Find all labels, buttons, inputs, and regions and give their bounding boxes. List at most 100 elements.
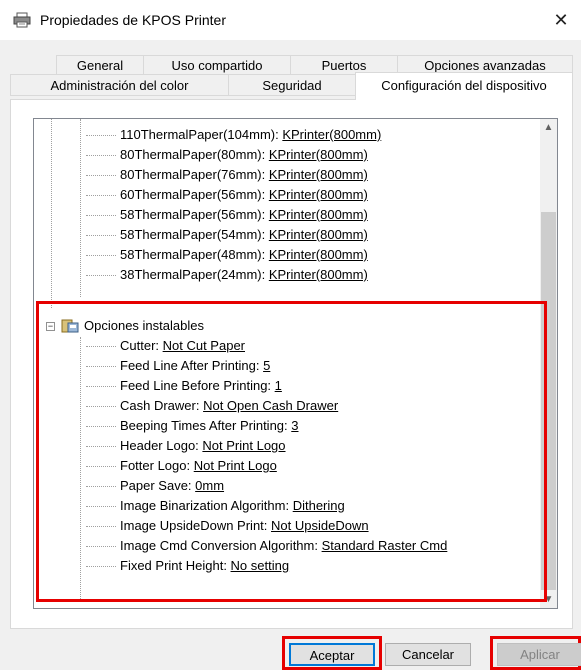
tree-item[interactable]: Image Binarization Algorithm: Dithering	[86, 496, 345, 516]
tree-connector	[86, 234, 116, 237]
tree-item-label: Image Cmd Conversion Algorithm:	[120, 538, 322, 553]
tree-connector	[86, 485, 116, 488]
tree-connector	[86, 385, 116, 388]
tree-item-value[interactable]: KPrinter(800mm)	[269, 247, 368, 262]
tree-item[interactable]: Header Logo: Not Print Logo	[86, 436, 286, 456]
tree-connector	[86, 565, 116, 568]
tree-item-label: 80ThermalPaper(80mm):	[120, 147, 269, 162]
tree-item[interactable]: Fixed Print Height: No setting	[86, 556, 289, 576]
collapse-icon[interactable]: −	[46, 322, 55, 331]
tree-item[interactable]: 80ThermalPaper(80mm): KPrinter(800mm)	[86, 145, 368, 165]
device-settings-tree[interactable]: 110ThermalPaper(104mm): KPrinter(800mm) 8…	[33, 118, 558, 609]
tree-connector	[86, 425, 116, 428]
tree-item-value[interactable]: Standard Raster Cmd	[322, 538, 448, 553]
tree-item-label: Paper Save:	[120, 478, 196, 493]
tab-uso-compartido[interactable]: Uso compartido	[143, 55, 291, 75]
tree-item-value[interactable]: 5	[263, 358, 270, 373]
tree-connector	[86, 194, 116, 197]
tab-configuracion-dispositivo[interactable]: Configuración del dispositivo	[355, 72, 573, 100]
tree-item[interactable]: Beeping Times After Printing: 3	[86, 416, 299, 436]
scroll-down-icon[interactable]: ▼	[540, 591, 557, 608]
tree-item-value[interactable]: 0mm	[195, 478, 224, 493]
tree-item-label: 38ThermalPaper(24mm):	[120, 267, 269, 282]
tree-item[interactable]: 110ThermalPaper(104mm): KPrinter(800mm)	[86, 125, 381, 145]
tree-item-label: Beeping Times After Printing:	[120, 418, 292, 433]
tree-connector	[86, 345, 116, 348]
tab-general[interactable]: General	[56, 55, 144, 75]
tree-item-value[interactable]: KPrinter(800mm)	[269, 167, 368, 182]
tree-item-value[interactable]: KPrinter(800mm)	[269, 147, 368, 162]
tree-connector	[86, 465, 116, 468]
tree-item-label: Cash Drawer:	[120, 398, 204, 413]
tree-item[interactable]: Cutter: Not Cut Paper	[86, 336, 245, 356]
tree-item-label: 58ThermalPaper(56mm):	[120, 207, 269, 222]
tree-item-label: 110ThermalPaper(104mm):	[120, 127, 283, 142]
tree-item-label: 80ThermalPaper(76mm):	[120, 167, 269, 182]
tree-item-value[interactable]: KPrinter(800mm)	[269, 207, 368, 222]
tree-connector	[86, 154, 116, 157]
tree-item[interactable]: Fotter Logo: Not Print Logo	[86, 456, 277, 476]
tree-item-value[interactable]: 3	[291, 418, 298, 433]
tree-item[interactable]: Paper Save: 0mm	[86, 476, 224, 496]
printer-icon	[13, 12, 31, 28]
tree-item[interactable]: Feed Line Before Printing: 1	[86, 376, 282, 396]
tree-item-label: 58ThermalPaper(48mm):	[120, 247, 269, 262]
tree-item-value[interactable]: Not Print Logo	[202, 438, 285, 453]
scroll-thumb[interactable]	[541, 212, 556, 590]
ok-button[interactable]: Aceptar	[289, 643, 375, 666]
tree-item[interactable]: 58ThermalPaper(54mm): KPrinter(800mm)	[86, 225, 368, 245]
tree-item-value[interactable]: Not Cut Paper	[163, 338, 245, 353]
tree-item[interactable]: 80ThermalPaper(76mm): KPrinter(800mm)	[86, 165, 368, 185]
tree-connector	[86, 445, 116, 448]
tree-line	[51, 119, 52, 308]
close-icon: ✕	[553, 10, 569, 30]
tree-item-value[interactable]: KPrinter(800mm)	[269, 187, 368, 202]
tree-connector	[86, 254, 116, 257]
close-button[interactable]: ✕	[541, 0, 581, 40]
title-bar: Propiedades de KPOS Printer ✕	[0, 0, 581, 40]
tree-connector	[86, 505, 116, 508]
scroll-up-icon[interactable]: ▲	[540, 119, 557, 136]
tree-item-value[interactable]: 1	[275, 378, 282, 393]
tree-item-label: Feed Line Before Printing:	[120, 378, 275, 393]
tree-item-value[interactable]: Not Open Cash Drawer	[203, 398, 338, 413]
tree-item[interactable]: 60ThermalPaper(56mm): KPrinter(800mm)	[86, 185, 368, 205]
tree-item-label: Image Binarization Algorithm:	[120, 498, 293, 513]
tree-item[interactable]: 58ThermalPaper(56mm): KPrinter(800mm)	[86, 205, 368, 225]
tree-item[interactable]: 58ThermalPaper(48mm): KPrinter(800mm)	[86, 245, 368, 265]
tree-connector	[86, 525, 116, 528]
tree-item-value[interactable]: KPrinter(800mm)	[269, 267, 368, 282]
installable-options-group[interactable]: Opciones instalables	[84, 316, 204, 336]
tree-item-label: Header Logo:	[120, 438, 203, 453]
tree-line	[80, 337, 81, 599]
tree-connector	[86, 174, 116, 177]
tree-connector	[86, 365, 116, 368]
cancel-button[interactable]: Cancelar	[385, 643, 471, 666]
tree-connector	[86, 214, 116, 217]
tree-item-value[interactable]: KPrinter(800mm)	[269, 227, 368, 242]
tree-item-value[interactable]: Not UpsideDown	[271, 518, 369, 533]
vertical-scrollbar[interactable]: ▲ ▼	[540, 119, 557, 608]
tree-item[interactable]: Cash Drawer: Not Open Cash Drawer	[86, 396, 338, 416]
tree-item-value[interactable]: Not Print Logo	[194, 458, 277, 473]
tab-seguridad[interactable]: Seguridad	[228, 74, 356, 96]
tree-item-label: Image UpsideDown Print:	[120, 518, 272, 533]
apply-button[interactable]: Aplicar	[497, 643, 581, 666]
installable-options-icon	[61, 319, 79, 333]
tree-item[interactable]: Image UpsideDown Print: Not UpsideDown	[86, 516, 369, 536]
tree-item-label: 60ThermalPaper(56mm):	[120, 187, 269, 202]
tree-item-label: Cutter:	[120, 338, 163, 353]
tree-item-label: Fotter Logo:	[120, 458, 194, 473]
tree-connector	[86, 134, 116, 137]
tree-line	[80, 119, 81, 297]
tree-connector	[86, 405, 116, 408]
window-title: Propiedades de KPOS Printer	[40, 12, 226, 28]
tree-item[interactable]: 38ThermalPaper(24mm): KPrinter(800mm)	[86, 265, 368, 285]
tree-item-label: Feed Line After Printing:	[120, 358, 264, 373]
tree-item[interactable]: Image Cmd Conversion Algorithm: Standard…	[86, 536, 447, 556]
tree-item-value[interactable]: KPrinter(800mm)	[282, 127, 381, 142]
tree-item-value[interactable]: Dithering	[293, 498, 345, 513]
tree-item-value[interactable]: No setting	[231, 558, 290, 573]
tab-administracion-color[interactable]: Administración del color	[10, 74, 229, 96]
tree-item[interactable]: Feed Line After Printing: 5	[86, 356, 270, 376]
